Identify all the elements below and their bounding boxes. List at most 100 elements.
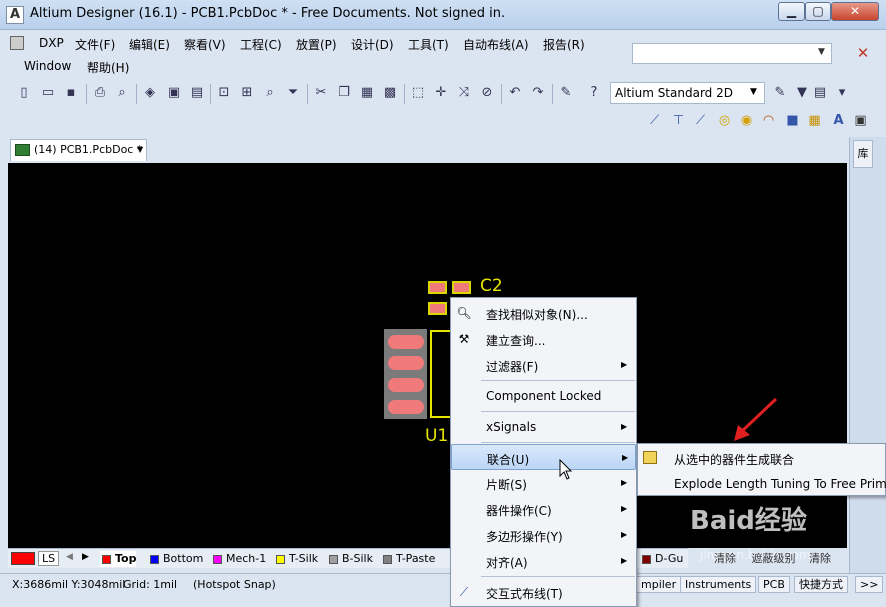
menu-item-align[interactable]: 对齐(A) ▶ [451,548,636,574]
layer-tab-mech1[interactable]: Mech-1 [211,551,266,567]
layer-color-icon[interactable]: ✎ [772,85,788,101]
c2-pad[interactable] [428,302,447,315]
print-preview-icon[interactable]: ⌕ [114,85,130,101]
chevron-down-icon[interactable]: ▼ [750,87,757,97]
close-document-icon[interactable]: ✕ [854,44,872,62]
chevron-down-icon[interactable]: ▼ [137,145,143,154]
via-icon[interactable]: ◉ [738,112,755,129]
chevron-down-icon[interactable]: ▼ [818,47,825,57]
help-icon[interactable]: ? [586,85,602,101]
menu-reports[interactable]: 报告(R) [543,36,585,53]
copy-icon[interactable]: ❐ [336,85,352,101]
polygon-icon[interactable]: ▦ [806,112,823,129]
menu-item-polygon-actions[interactable]: 多边形操作(Y) ▶ [451,522,636,548]
layer-stack-icon[interactable]: ▤ [812,85,828,101]
view-config-select[interactable]: Altium Standard 2D [610,82,765,104]
menu-tools[interactable]: 工具(T) [408,36,449,53]
chevron-down-icon[interactable]: ▾ [834,85,850,101]
menu-help[interactable]: 帮助(H) [87,59,129,76]
menu-item-find-similar[interactable]: 🔍︎ 查找相似对象(N)... [451,300,636,326]
mask-level-action[interactable]: 遮蔽级别 [752,552,796,565]
menu-view[interactable]: 察看(V) [184,36,226,53]
close-window-button[interactable]: ✕ [831,2,879,21]
submenu-item-explode-length-tuning[interactable]: Explode Length Tuning To Free Primi [638,471,886,497]
arc-icon[interactable]: ◠ [760,112,777,129]
diff-pair-icon[interactable]: ⟋ [692,112,709,129]
folder-icon[interactable]: ▤ [189,85,205,101]
pencil-icon[interactable]: ✎ [558,85,574,101]
u1-designator[interactable]: U1 [425,426,448,446]
chevron-left-icon[interactable]: ◀ [66,552,73,562]
menu-item-xsignals[interactable]: xSignals ▶ [451,414,636,440]
text-icon[interactable]: A [830,112,847,129]
menu-item-filter[interactable]: 过滤器(F) ▶ [451,352,636,378]
c2-pad[interactable] [428,281,447,294]
u1-pad[interactable] [388,356,424,370]
layer-tab-tsilk[interactable]: T-Silk [274,551,318,567]
menu-design[interactable]: 设计(D) [351,36,394,53]
c2-pad[interactable] [452,281,471,294]
menu-place[interactable]: 放置(P) [296,36,337,53]
layer-set-label[interactable]: LS [38,551,60,566]
u1-pad[interactable] [388,335,424,349]
search-combo[interactable] [632,43,832,64]
save-icon[interactable]: ▪ [63,85,79,101]
clear-action[interactable]: 清除 [714,552,736,565]
cut-icon[interactable]: ✂ [313,85,329,101]
chevron-down-icon[interactable]: ▼ [794,85,810,101]
zoom-fit-icon[interactable]: ⊡ [216,85,232,101]
document-tab[interactable]: (14) PCB1.PcbDoc * ▼ [10,139,147,161]
pcb-board-icon[interactable]: ▣ [166,85,182,101]
open-folder-icon[interactable]: ▭ [40,85,56,101]
zoom-area-icon[interactable]: ⊞ [239,85,255,101]
current-layer-swatch[interactable] [11,552,35,565]
route-multiple-icon[interactable]: ⊤ [670,112,687,129]
menu-item-build-query[interactable]: ⚒ 建立查询... [451,326,636,352]
c2-designator[interactable]: C2 [480,276,503,296]
clear-filter-icon[interactable]: ⊘ [479,85,495,101]
layer-tab-top[interactable]: Top [100,551,137,567]
fill-icon[interactable]: ■ [784,112,801,129]
menu-item-union[interactable]: 联合(U) ▶ [451,444,636,470]
zoom-selected-icon[interactable]: ⌕ [262,85,278,101]
undo-icon[interactable]: ↶ [507,85,523,101]
component-icon[interactable]: ▣ [852,112,869,129]
new-file-icon[interactable]: ▯ [16,85,32,101]
menu-window[interactable]: Window [24,59,71,73]
menu-item-snippets[interactable]: 片断(S) ▶ [451,470,636,496]
menu-item-interactive-routing[interactable]: ⟋ 交互式布线(T) [451,579,636,605]
chevron-right-icon[interactable]: ▶ [82,552,89,562]
panel-tab-pcb[interactable]: PCB [758,576,790,593]
menu-project[interactable]: 工程(C) [240,36,282,53]
select-area-icon[interactable]: ⬚ [410,85,426,101]
deselect-icon[interactable]: ⤨ [456,85,472,101]
paste-icon[interactable]: ▦ [359,85,375,101]
rubber-stamp-icon[interactable]: ▩ [382,85,398,101]
menu-dxp[interactable]: DXP [39,36,64,50]
panel-tab-more[interactable]: >> [855,576,884,593]
layer-tab-bsilk[interactable]: B-Silk [327,551,373,567]
minimize-button[interactable]: ▁ [778,2,805,21]
menu-item-component-actions[interactable]: 器件操作(C) ▶ [451,496,636,522]
menu-edit[interactable]: 编辑(E) [129,36,170,53]
u1-pad[interactable] [388,378,424,392]
maximize-button[interactable]: ▢ [805,2,831,21]
submenu-item-create-union[interactable]: 从选中的器件生成联合 [638,445,886,471]
panel-tab[interactable]: 库 [853,140,873,168]
panel-tab-instruments[interactable]: Instruments [680,576,757,593]
menu-autoroute[interactable]: 自动布线(A) [463,36,529,53]
clear-all-action[interactable]: 清除 [809,552,831,565]
filter-icon[interactable]: ⏷ [285,85,301,101]
pad-icon[interactable]: ◎ [716,112,733,129]
redo-icon[interactable]: ↷ [530,85,546,101]
u1-pad[interactable] [388,400,424,414]
print-icon[interactable]: ⎙ [92,85,108,101]
move-icon[interactable]: ✛ [433,85,449,101]
layer-tab-tpaste[interactable]: T-Paste [381,551,435,567]
panel-tab-compiler[interactable]: mpiler [636,576,682,593]
3d-view-icon[interactable]: ◈ [142,85,158,101]
menu-item-component-locked[interactable]: Component Locked [451,383,636,409]
menu-file[interactable]: 文件(F) [75,36,115,53]
interactive-route-icon[interactable]: ⟋ [646,112,663,129]
layer-tab-dguide[interactable]: D-Gu [640,551,683,567]
